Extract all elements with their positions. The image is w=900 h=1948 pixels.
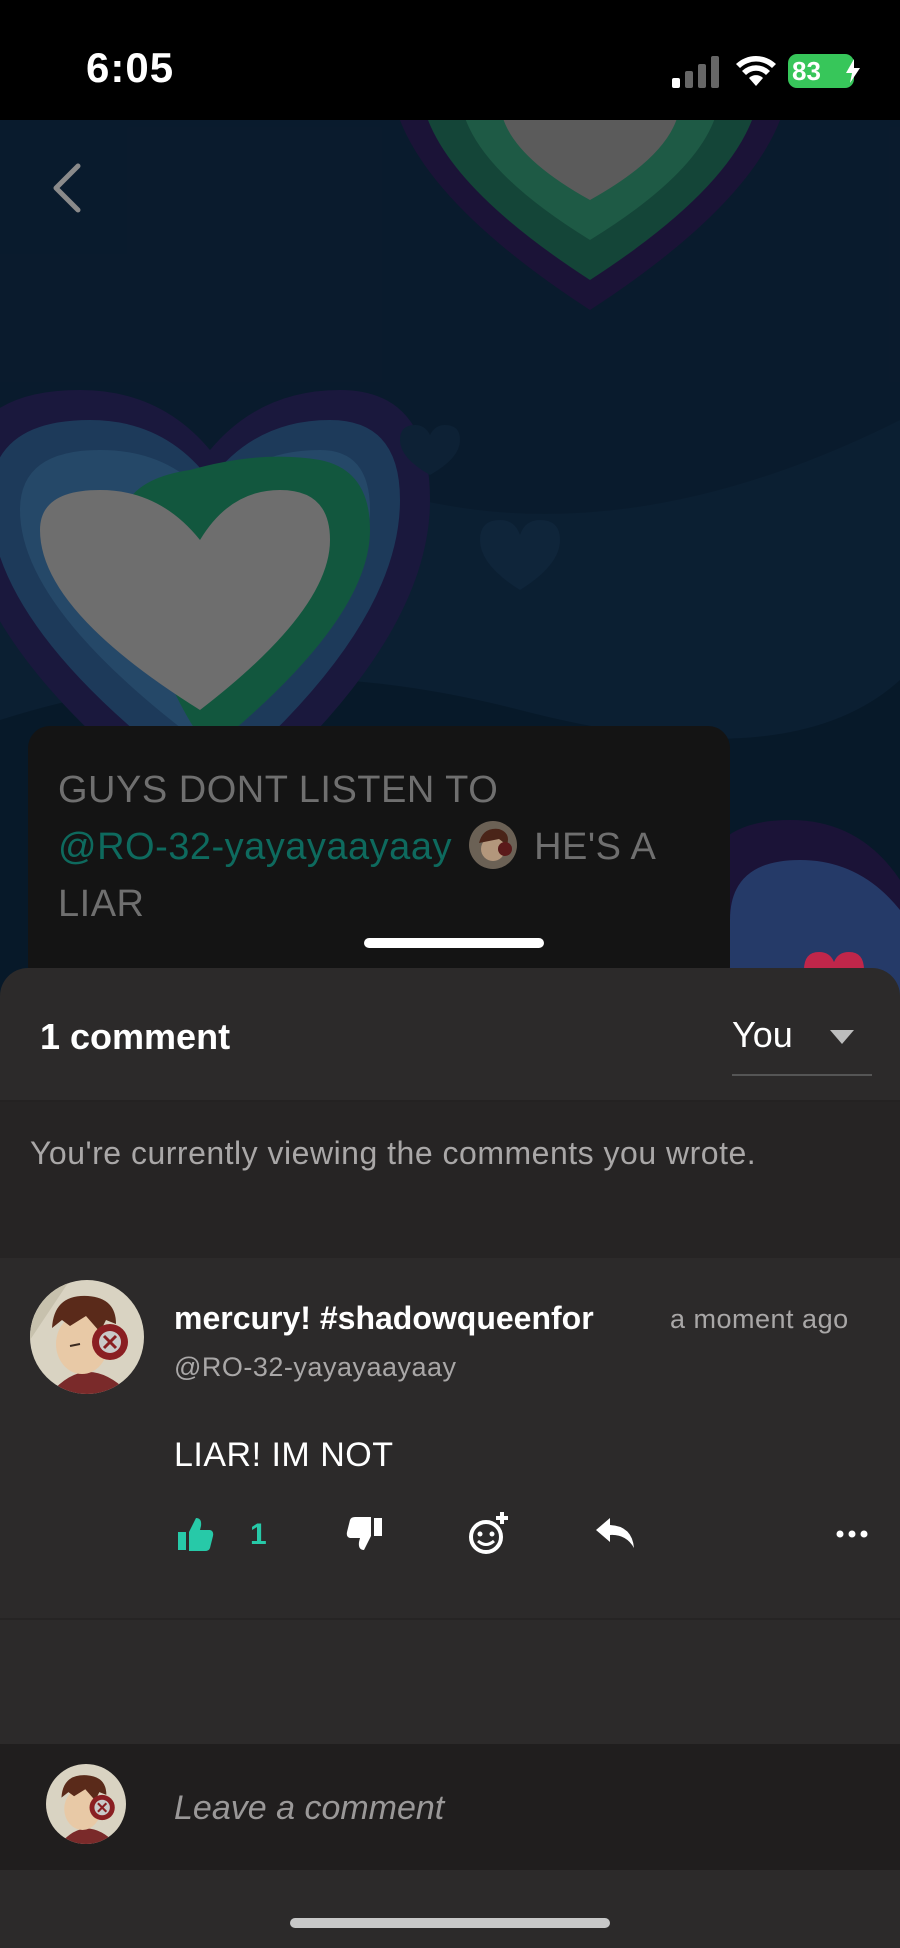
- status-bar: 6:05 83: [0, 0, 900, 120]
- filter-notice: You're currently viewing the comments yo…: [0, 1102, 900, 1258]
- sheet-drag-handle[interactable]: [364, 938, 544, 948]
- comment-timestamp: a moment ago: [670, 1304, 849, 1334]
- composer-avatar: [46, 1764, 126, 1844]
- post-mention-link[interactable]: @RO-32-yayayaayaay: [58, 826, 452, 868]
- mention-avatar: [469, 821, 518, 869]
- wifi-icon: [736, 56, 776, 86]
- battery-indicator: 83: [788, 54, 860, 88]
- filter-notice-text: You're currently viewing the comments yo…: [30, 1135, 757, 1171]
- post-text-card: GUYS DONT LISTEN TO @RO-32-yayayaayaay H…: [28, 726, 730, 988]
- comment-composer: [0, 1744, 900, 1870]
- comments-header: 1 comment You: [0, 968, 900, 1102]
- comment-filter-dropdown[interactable]: You: [732, 1008, 872, 1076]
- add-emoji-icon[interactable]: [464, 1510, 512, 1558]
- comments-sheet: 1 comment You You're currently viewing t…: [0, 968, 900, 1948]
- comment-input[interactable]: [172, 1782, 826, 1834]
- filter-selected-value: You: [732, 1014, 793, 1055]
- clock: 6:05: [86, 44, 175, 91]
- post-text: GUYS DONT LISTEN TO @RO-32-yayayaayaay H…: [58, 762, 698, 933]
- reply-icon[interactable]: [592, 1510, 640, 1558]
- cellular-signal-icon: [672, 56, 719, 88]
- avatar[interactable]: [30, 1280, 144, 1394]
- like-count: 1: [250, 1518, 267, 1551]
- comment-author-name[interactable]: mercury! #shadowqueenfor: [174, 1300, 644, 1346]
- thumbs-up-icon[interactable]: [172, 1510, 220, 1558]
- caret-down-icon: [830, 1030, 854, 1044]
- comment-item: mercury! #shadowqueenfor a moment ago @R…: [0, 1260, 900, 1620]
- comment-count: 1 comment: [40, 1016, 231, 1057]
- comment-author-handle[interactable]: @RO-32-yayayaayaay: [174, 1352, 457, 1383]
- comment-actions: 1: [0, 1510, 900, 1570]
- charging-bolt-icon: [846, 59, 860, 83]
- post-text-start: GUYS DONT LISTEN TO: [58, 769, 499, 811]
- battery-level: 83: [792, 56, 821, 86]
- back-chevron-icon[interactable]: [48, 160, 88, 216]
- more-icon[interactable]: [830, 1510, 878, 1558]
- home-indicator: [290, 1918, 610, 1928]
- thumbs-down-icon[interactable]: [340, 1510, 388, 1558]
- comment-body: LIAR! IM NOT: [174, 1436, 394, 1474]
